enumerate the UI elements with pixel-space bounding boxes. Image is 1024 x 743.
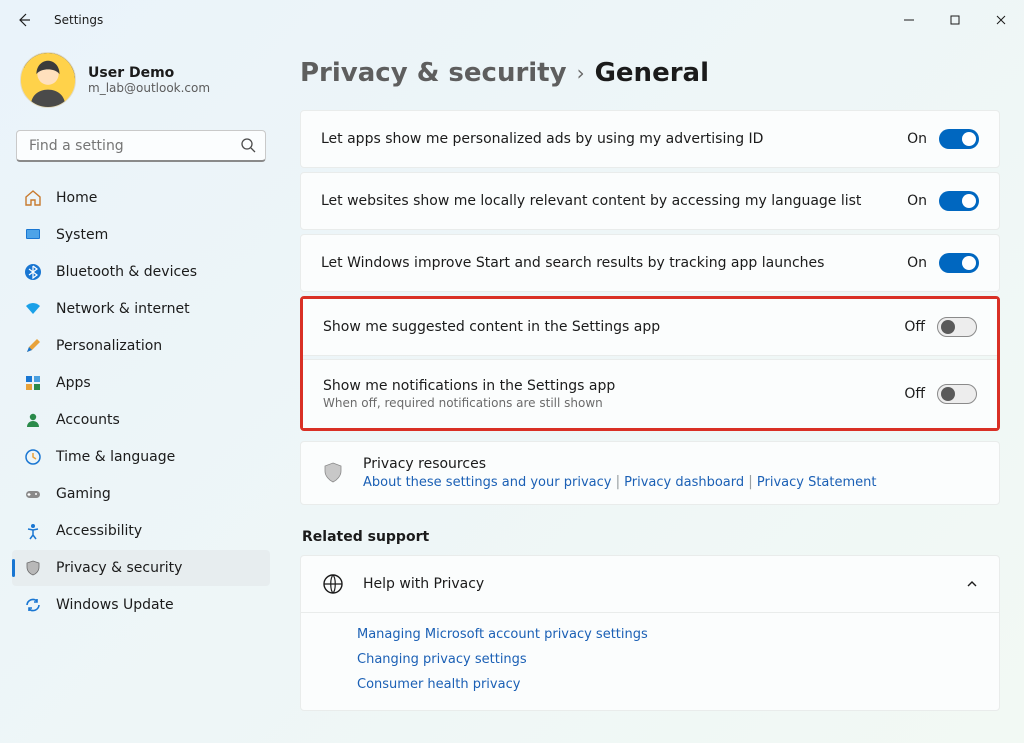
breadcrumb-parent[interactable]: Privacy & security — [300, 58, 567, 88]
sidebar-item-label: Home — [56, 190, 97, 206]
sidebar-item-home[interactable]: Home — [12, 180, 270, 216]
sidebar-item-label: Windows Update — [56, 597, 174, 613]
sidebar-item-label: Personalization — [56, 338, 162, 354]
search-field-wrap — [16, 130, 266, 162]
sidebar-item-time[interactable]: Time & language — [12, 439, 270, 475]
highlighted-settings: Show me suggested content in the Setting… — [300, 296, 1000, 431]
sidebar-item-apps[interactable]: Apps — [12, 365, 270, 401]
sidebar-item-label: Bluetooth & devices — [56, 264, 197, 280]
toggle-switch[interactable] — [939, 129, 979, 149]
setting-notifications[interactable]: Show me notifications in the Settings ap… — [303, 359, 997, 428]
setting-app-launches[interactable]: Let Windows improve Start and search res… — [300, 234, 1000, 292]
setting-suggested-content[interactable]: Show me suggested content in the Setting… — [303, 299, 997, 356]
person-icon — [24, 411, 42, 429]
sidebar-item-privacy[interactable]: Privacy & security — [12, 550, 270, 586]
sidebar-item-label: Network & internet — [56, 301, 190, 317]
expander-body: Managing Microsoft account privacy setti… — [301, 612, 999, 710]
chevron-right-icon: › — [577, 61, 585, 85]
toggle-state-label: Off — [904, 386, 925, 402]
arrow-left-icon — [16, 12, 32, 28]
update-icon — [24, 596, 42, 614]
close-icon — [996, 15, 1006, 25]
resources-link-about[interactable]: About these settings and your privacy — [363, 475, 611, 490]
nav: Home System Bluetooth & devices Network … — [12, 180, 270, 623]
back-button[interactable] — [8, 4, 40, 36]
user-email: m_lab@outlook.com — [88, 81, 210, 95]
avatar — [20, 52, 76, 108]
search-icon[interactable] — [240, 137, 256, 153]
accessibility-icon — [24, 522, 42, 540]
setting-label: Show me suggested content in the Setting… — [323, 319, 886, 335]
maximize-button[interactable] — [932, 0, 978, 40]
minimize-button[interactable] — [886, 0, 932, 40]
page-title: General — [595, 58, 709, 88]
sidebar: User Demo m_lab@outlook.com Home System … — [0, 40, 282, 743]
search-input[interactable] — [16, 130, 266, 162]
window-controls — [886, 0, 1024, 40]
sidebar-item-label: Time & language — [56, 449, 175, 465]
main-content: Privacy & security › General Let apps sh… — [282, 40, 1024, 743]
wifi-icon — [24, 300, 42, 318]
toggle-switch[interactable] — [939, 191, 979, 211]
sidebar-item-label: Accessibility — [56, 523, 142, 539]
sidebar-item-system[interactable]: System — [12, 217, 270, 253]
help-link[interactable]: Changing privacy settings — [357, 652, 979, 667]
related-support-heading: Related support — [302, 529, 1000, 545]
sidebar-item-label: System — [56, 227, 108, 243]
toggle-state-label: On — [907, 131, 927, 147]
toggle-switch[interactable] — [939, 253, 979, 273]
shield-icon — [321, 461, 345, 485]
sidebar-item-label: Accounts — [56, 412, 120, 428]
globe-icon — [321, 572, 345, 596]
expander-title: Help with Privacy — [363, 576, 947, 592]
setting-sublabel: When off, required notifications are sti… — [323, 396, 886, 410]
home-icon — [24, 189, 42, 207]
brush-icon — [24, 337, 42, 355]
app-title: Settings — [54, 13, 103, 27]
sidebar-item-gaming[interactable]: Gaming — [12, 476, 270, 512]
setting-advertising-id[interactable]: Let apps show me personalized ads by usi… — [300, 110, 1000, 168]
setting-language-list[interactable]: Let websites show me locally relevant co… — [300, 172, 1000, 230]
chevron-up-icon — [965, 577, 979, 591]
toggle-state-label: Off — [904, 319, 925, 335]
setting-label: Let apps show me personalized ads by usi… — [321, 131, 889, 147]
resources-title: Privacy resources — [363, 456, 876, 472]
expander-header[interactable]: Help with Privacy — [301, 556, 999, 612]
setting-label: Show me notifications in the Settings ap… — [323, 378, 886, 394]
clock-icon — [24, 448, 42, 466]
bluetooth-icon — [24, 263, 42, 281]
title-bar: Settings — [0, 0, 1024, 40]
sidebar-item-network[interactable]: Network & internet — [12, 291, 270, 327]
sidebar-item-label: Apps — [56, 375, 91, 391]
toggle-state-label: On — [907, 255, 927, 271]
sidebar-item-accounts[interactable]: Accounts — [12, 402, 270, 438]
sidebar-item-accessibility[interactable]: Accessibility — [12, 513, 270, 549]
minimize-icon — [904, 15, 914, 25]
toggle-state-label: On — [907, 193, 927, 209]
help-with-privacy-card: Help with Privacy Managing Microsoft acc… — [300, 555, 1000, 711]
help-link[interactable]: Managing Microsoft account privacy setti… — [357, 627, 979, 642]
resources-link-dashboard[interactable]: Privacy dashboard — [624, 475, 744, 490]
apps-icon — [24, 374, 42, 392]
system-icon — [24, 226, 42, 244]
sidebar-item-bluetooth[interactable]: Bluetooth & devices — [12, 254, 270, 290]
help-link[interactable]: Consumer health privacy — [357, 677, 979, 692]
gamepad-icon — [24, 485, 42, 503]
toggle-switch[interactable] — [937, 317, 977, 337]
maximize-icon — [950, 15, 960, 25]
sidebar-item-personalization[interactable]: Personalization — [12, 328, 270, 364]
user-name: User Demo — [88, 65, 210, 81]
sidebar-item-update[interactable]: Windows Update — [12, 587, 270, 623]
sidebar-item-label: Gaming — [56, 486, 111, 502]
setting-label: Let websites show me locally relevant co… — [321, 193, 889, 209]
user-profile[interactable]: User Demo m_lab@outlook.com — [12, 44, 270, 122]
setting-label: Let Windows improve Start and search res… — [321, 255, 889, 271]
sidebar-item-label: Privacy & security — [56, 560, 182, 576]
privacy-resources-card: Privacy resources About these settings a… — [300, 441, 1000, 505]
toggle-switch[interactable] — [937, 384, 977, 404]
shield-icon — [24, 559, 42, 577]
close-button[interactable] — [978, 0, 1024, 40]
resources-link-statement[interactable]: Privacy Statement — [757, 475, 877, 490]
breadcrumb: Privacy & security › General — [300, 58, 1000, 88]
